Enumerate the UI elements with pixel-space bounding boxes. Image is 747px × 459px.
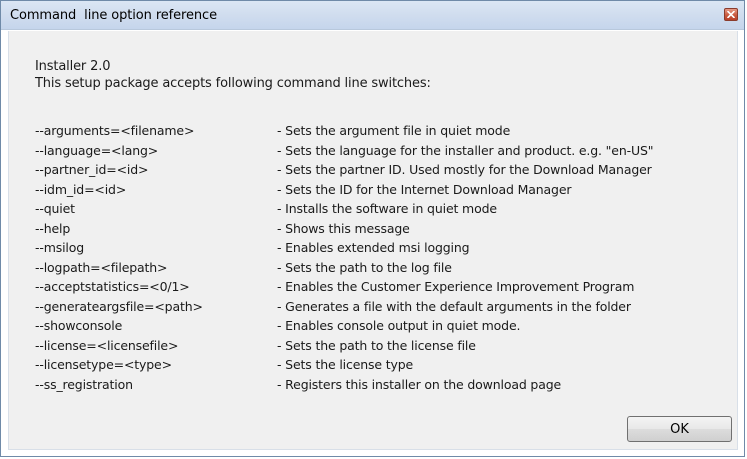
switches-intro-text: This setup package accepts following com… — [35, 76, 431, 91]
switch-description: - Enables extended msi logging — [277, 240, 470, 255]
switch-option: --licensetype=<type> — [35, 357, 172, 372]
switch-row: --arguments=<filename> - Sets the argume… — [35, 123, 510, 143]
switch-row: --help - Shows this message — [35, 221, 410, 241]
switch-option: --language=<lang> — [35, 142, 159, 158]
close-x-icon — [727, 11, 735, 18]
close-icon[interactable] — [724, 8, 738, 21]
switch-description: - Sets the argument file in quiet mode — [277, 123, 511, 138]
switch-row: --showconsole - Enables console output i… — [35, 318, 520, 338]
switch-row: --licensetype=<type> - Sets the license … — [35, 357, 413, 377]
switch-description: - Generates a file with the default argu… — [277, 298, 631, 314]
switch-description: - Sets the license type — [277, 357, 414, 372]
switch-description: - Sets the path to the log file — [277, 259, 452, 275]
ok-button[interactable]: OK — [627, 416, 732, 442]
switch-option: --arguments=<filename> — [35, 123, 195, 138]
title-bar[interactable]: Command line option reference — [1, 1, 744, 30]
switch-row: --license=<licensefile> - Sets the path … — [35, 338, 476, 358]
switch-option: --showconsole — [35, 318, 123, 333]
switch-row: --language=<lang> - Sets the language fo… — [35, 143, 653, 163]
switch-description: - Sets the ID for the Internet Download … — [277, 181, 572, 197]
switch-option: --idm_id=<id> — [35, 181, 127, 197]
switch-row: --partner_id=<id> - Sets the partner ID.… — [35, 162, 652, 182]
switch-list: --arguments=<filename> - Sets the argume… — [35, 123, 653, 397]
dialog-window: Command line option reference Installer … — [0, 0, 745, 457]
switch-description: - Enables console output in quiet mode. — [277, 318, 521, 333]
switch-description: - Registers this installer on the downlo… — [277, 376, 562, 392]
switch-option: --help — [35, 220, 71, 236]
window-title: Command line option reference — [10, 8, 217, 23]
switch-option: --generateargsfile=<path> — [35, 298, 203, 314]
switch-row: --msilog - Enables extended msi logging — [35, 240, 470, 260]
switch-option: --partner_id=<id> — [35, 162, 149, 177]
switch-option: --msilog — [35, 240, 85, 255]
switch-description: - Enables the Customer Experience Improv… — [277, 279, 635, 294]
switch-row: --acceptstatistics=<0/1> - Enables the C… — [35, 279, 634, 299]
switch-row: --ss_registration - Registers this insta… — [35, 377, 561, 397]
switch-row: --logpath=<filepath> - Sets the path to … — [35, 260, 452, 280]
switch-description: - Sets the path to the license file — [277, 337, 476, 353]
switch-description: - Sets the language for the installer an… — [277, 142, 654, 158]
installer-version-text: Installer 2.0 — [35, 59, 111, 74]
switch-description: - Shows this message — [277, 220, 410, 236]
switch-option: --quiet — [35, 201, 75, 216]
dialog-body: Installer 2.0 This setup package accepts… — [8, 31, 738, 450]
switch-option: --license=<licensefile> — [35, 337, 179, 353]
switch-option: --acceptstatistics=<0/1> — [35, 279, 190, 294]
switch-row: --generateargsfile=<path> - Generates a … — [35, 299, 631, 319]
switch-description: - Installs the software in quiet mode — [277, 201, 497, 216]
switch-row: --quiet - Installs the software in quiet… — [35, 201, 497, 221]
switch-description: - Sets the partner ID. Used mostly for t… — [277, 162, 652, 177]
switch-option: --ss_registration — [35, 376, 133, 392]
switch-row: --idm_id=<id> - Sets the ID for the Inte… — [35, 182, 572, 202]
switch-option: --logpath=<filepath> — [35, 259, 168, 275]
